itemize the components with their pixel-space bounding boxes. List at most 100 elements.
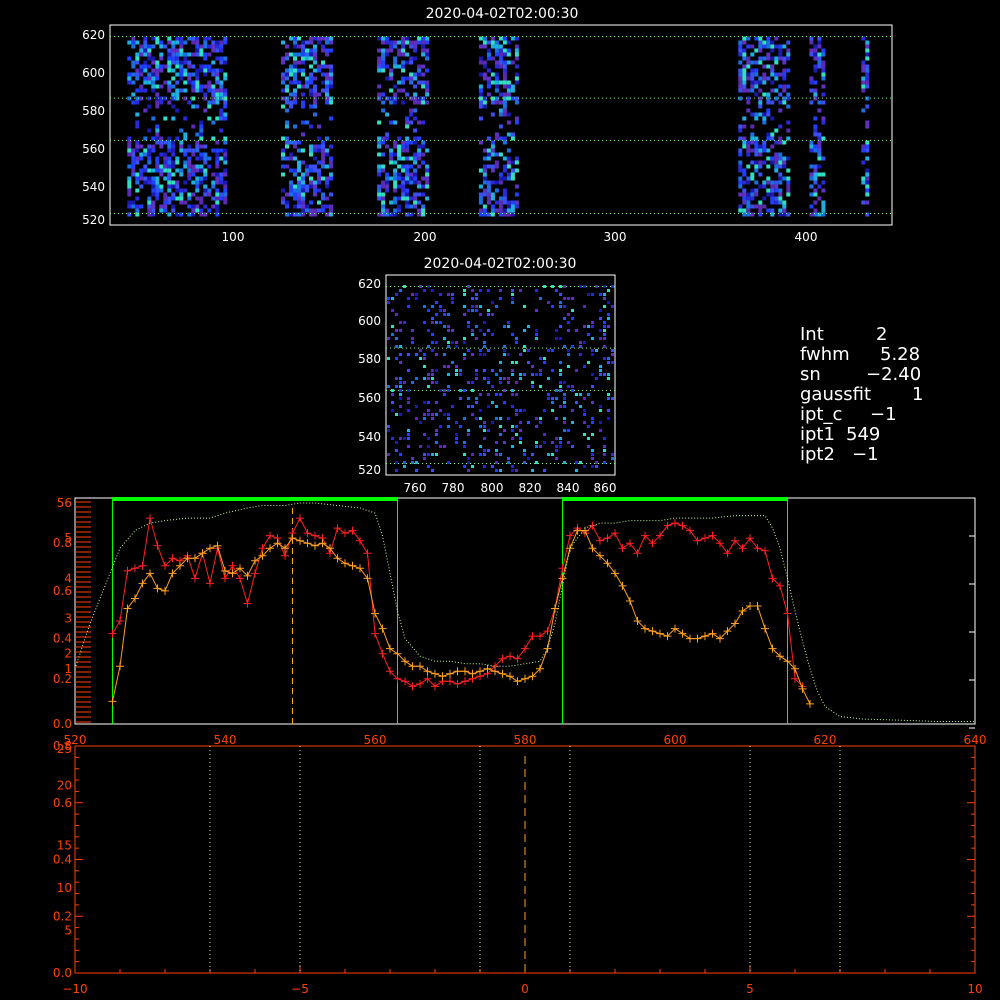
data-point-marker — [738, 607, 747, 615]
heatmap-cell — [738, 48, 743, 53]
heatmap-cell — [487, 313, 490, 316]
heatmap-cell — [495, 441, 498, 444]
heatmap-cell — [507, 325, 510, 328]
heatmap-cell — [135, 208, 140, 213]
heatmap-cell — [603, 345, 606, 348]
info-value: 5.28 — [880, 344, 920, 365]
heatmap-cell — [147, 168, 152, 173]
heatmap-cell — [325, 196, 329, 201]
heatmap-cell — [750, 52, 755, 57]
heatmap-cell — [786, 156, 791, 161]
heatmap-cell — [313, 180, 317, 185]
heatmap-cell — [817, 196, 822, 201]
heatmap-cell — [175, 56, 180, 61]
heatmap-cell — [563, 285, 566, 288]
p1-ytick: 540 — [82, 180, 105, 194]
heatmap-cell — [155, 72, 160, 77]
heatmap-cell — [167, 156, 172, 161]
heatmap-cell — [603, 293, 606, 296]
data-point-marker — [296, 514, 304, 523]
heatmap-cell — [191, 124, 196, 129]
data-point-marker — [476, 667, 484, 676]
heatmap-cell — [758, 172, 763, 177]
heatmap-cell — [774, 160, 779, 165]
heatmap-cell — [510, 60, 515, 65]
heatmap-cell — [455, 369, 458, 372]
heatmap-cell — [603, 437, 606, 440]
heatmap-cell — [321, 88, 325, 93]
heatmap-cell — [135, 68, 140, 73]
heatmap-cell — [786, 84, 791, 89]
heatmap-cell — [607, 397, 610, 400]
data-point-marker — [138, 561, 147, 570]
heatmap-cell — [567, 353, 570, 356]
heatmap-cell — [309, 52, 313, 57]
heatmap-cell — [813, 180, 818, 185]
heatmap-cell — [131, 200, 136, 205]
heatmap-cell — [139, 144, 144, 149]
heatmap-cell — [417, 156, 422, 161]
heatmap-cell — [329, 76, 333, 81]
heatmap-cell — [163, 140, 168, 145]
heatmap-cell — [135, 72, 140, 77]
heatmap-cell — [591, 457, 594, 460]
heatmap-cell — [215, 116, 220, 121]
heatmap-cell — [750, 148, 755, 153]
info-value: 1 — [912, 384, 923, 405]
heatmap-cell — [758, 160, 763, 165]
heatmap-cell — [195, 144, 200, 149]
heatmap-cell — [750, 188, 755, 193]
heatmap-cell — [413, 200, 418, 205]
heatmap-cell — [531, 381, 534, 384]
heatmap-cell — [475, 305, 478, 308]
heatmap-cell — [499, 377, 502, 380]
heatmap-cell — [865, 124, 870, 129]
heatmap-cell — [155, 160, 160, 165]
heatmap-cell — [203, 44, 208, 49]
heatmap-cell — [409, 108, 414, 113]
heatmap-cell — [393, 168, 398, 173]
heatmap-cell — [147, 208, 152, 213]
data-point-marker — [656, 629, 664, 638]
heatmap-cell — [391, 437, 394, 440]
heatmap-cell — [195, 72, 200, 77]
heatmap-cell — [405, 52, 410, 57]
x-tick-label: −5 — [291, 982, 309, 996]
heatmap-cell — [483, 429, 486, 432]
heatmap-cell — [603, 305, 606, 308]
heatmap-cell — [754, 192, 759, 197]
heatmap-cell — [510, 176, 515, 181]
heatmap-cell — [387, 453, 390, 456]
heatmap-cell — [478, 84, 483, 89]
heatmap-cell — [495, 417, 498, 420]
heatmap-cell — [215, 76, 220, 81]
heatmap-cell — [758, 100, 763, 105]
heatmap-cell — [289, 152, 293, 157]
heatmap-cell — [515, 433, 518, 436]
heatmap-cell — [535, 329, 538, 332]
heatmap-cell — [179, 72, 184, 77]
heatmap-cell — [738, 192, 743, 197]
heatmap-cell — [395, 293, 398, 296]
heatmap-cell — [219, 128, 224, 133]
heatmap-cell — [502, 176, 507, 181]
heatmap-cell — [215, 68, 220, 73]
heatmap-cell — [223, 88, 228, 93]
heatmap-cell — [511, 405, 514, 408]
heatmap-cell — [463, 445, 466, 448]
heatmap-cell — [762, 204, 767, 209]
heatmap-cell — [131, 156, 136, 161]
heatmap-cell — [413, 140, 418, 145]
heatmap-cell — [135, 160, 140, 165]
heatmap-cell — [397, 88, 402, 93]
heatmap-cell — [281, 80, 285, 85]
heatmap-cell — [523, 373, 526, 376]
heatmap-cell — [423, 417, 426, 420]
heatmap-cell — [754, 92, 759, 97]
heatmap-cell — [395, 329, 398, 332]
heatmap-cell — [305, 164, 309, 169]
heatmap-cell — [285, 56, 289, 61]
heatmap-cell — [459, 373, 462, 376]
heatmap-cell — [599, 309, 602, 312]
heatmap-cell — [417, 200, 422, 205]
